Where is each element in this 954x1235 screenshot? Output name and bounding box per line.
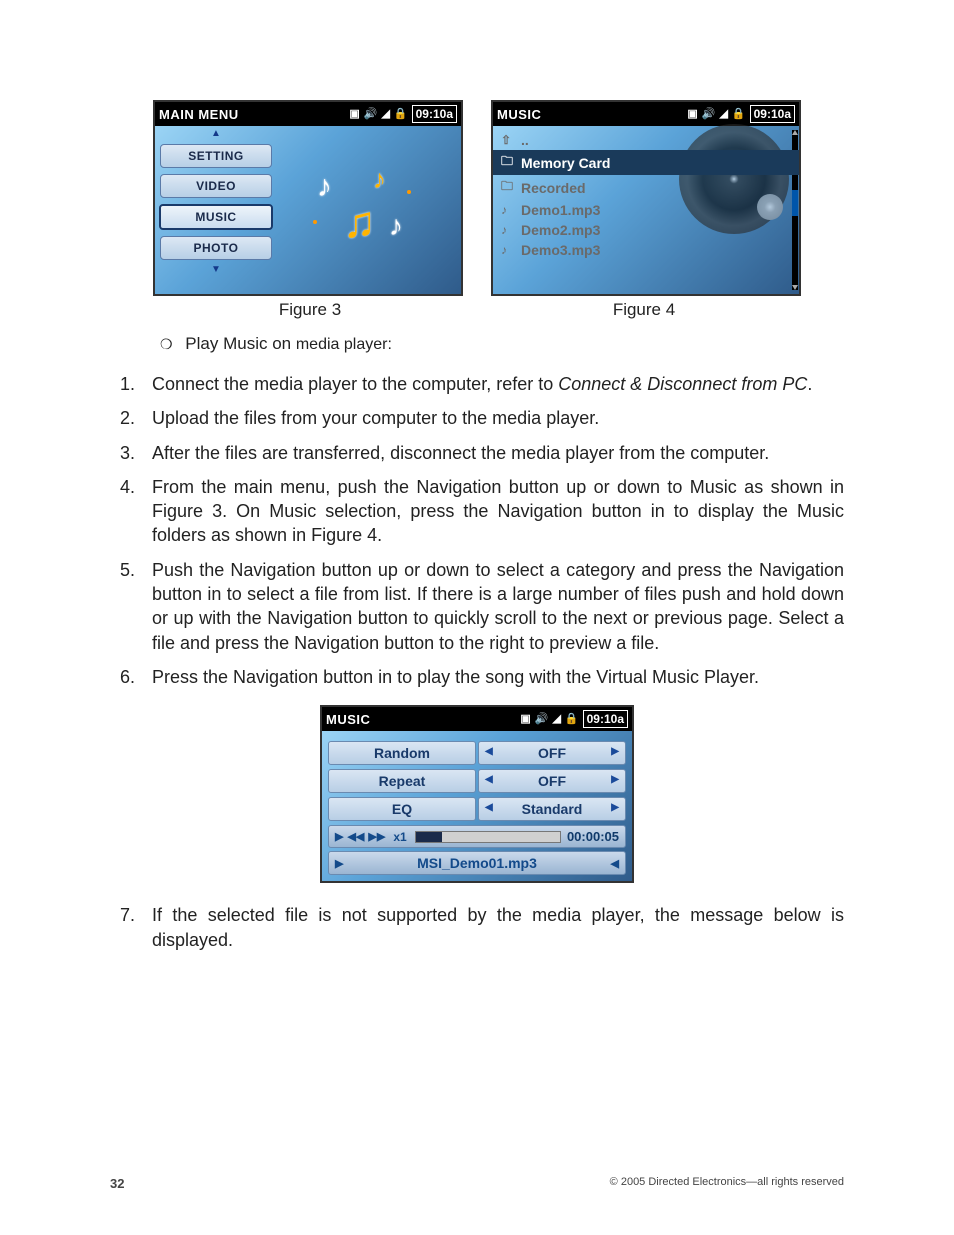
- list-item-memory-card[interactable]: 🗀 Memory Card: [493, 150, 799, 175]
- step-7: If the selected file is not supported by…: [140, 903, 844, 952]
- opt-eq-label: EQ: [328, 797, 476, 821]
- music-notes-icon: ♪♫♪♪: [309, 160, 429, 260]
- lock-icon: 🔒: [394, 109, 408, 120]
- menu-video[interactable]: VIDEO: [160, 174, 272, 198]
- list-item-up[interactable]: ⇧ ..: [493, 130, 799, 150]
- scroll-down-icon: ▼: [211, 266, 221, 274]
- now-playing-title: MSI_Demo01.mp3: [417, 855, 537, 871]
- list-item-file[interactable]: ♪ Demo3.mp3: [493, 240, 799, 260]
- music-file-icon: ♪: [501, 243, 515, 257]
- lock-icon: 🔒: [565, 714, 579, 725]
- speed-label: x1: [393, 830, 406, 844]
- play-icon: ▶: [335, 830, 343, 843]
- opt-repeat-value[interactable]: ◀ OFF ▶: [478, 769, 626, 793]
- bullet-text-trail: media player:: [296, 336, 392, 353]
- signal-icon: ◢: [719, 109, 727, 120]
- scroll-up-icon: ▲: [211, 130, 221, 138]
- copyright: © 2005 Directed Electronics—all rights r…: [610, 1176, 844, 1191]
- now-playing-bar: ▶ MSI_Demo01.mp3 ◀: [328, 851, 626, 875]
- arrow-right-icon: ▶: [611, 746, 619, 757]
- steps-list-continued: If the selected file is not supported by…: [110, 903, 844, 952]
- clock: 09:10a: [412, 105, 457, 123]
- arrow-right-icon: ▶: [611, 774, 619, 785]
- step-3: After the files are transferred, disconn…: [140, 441, 844, 465]
- arrow-left-icon: ◀: [611, 857, 619, 870]
- list-label: Demo2.mp3: [521, 222, 600, 238]
- list-label: ..: [521, 132, 529, 148]
- rewind-icon: ◀◀: [347, 830, 364, 843]
- screen-title: MAIN MENU: [159, 107, 349, 122]
- playback-bar[interactable]: ▶ ◀◀ ▶▶ x1 00:00:05: [328, 825, 626, 848]
- sound-icon: 🔊: [364, 109, 378, 120]
- screen-header: MUSIC ▣ 🔊 ◢ 🔒 09:10a: [493, 102, 799, 126]
- clock: 09:10a: [583, 710, 628, 728]
- file-list: ⇧ .. 🗀 Memory Card 🗀 Recorded ♪ Demo1.mp…: [493, 126, 799, 264]
- list-item-file[interactable]: ♪ Demo2.mp3: [493, 220, 799, 240]
- menu-setting[interactable]: SETTING: [160, 144, 272, 168]
- opt-random-value[interactable]: ◀ OFF ▶: [478, 741, 626, 765]
- figure-4-screen: MUSIC ▣ 🔊 ◢ 🔒 09:10a ⇧ .. 🗀: [491, 100, 801, 296]
- folder-icon: 🗀: [501, 177, 515, 198]
- folder-icon: 🗀: [501, 152, 515, 173]
- signal-icon: ◢: [381, 109, 389, 120]
- list-label: Demo3.mp3: [521, 242, 600, 258]
- list-label: Recorded: [521, 180, 586, 196]
- music-player-screen: MUSIC ▣ 🔊 ◢ 🔒 09:10a Random ◀ OFF ▶: [320, 705, 634, 883]
- time-counter: 00:00:05: [567, 829, 619, 844]
- screen-header: MUSIC ▣ 🔊 ◢ 🔒 09:10a: [322, 707, 632, 731]
- opt-repeat-label: Repeat: [328, 769, 476, 793]
- list-label: Memory Card: [521, 155, 610, 171]
- lock-icon: 🔒: [732, 109, 746, 120]
- clock: 09:10a: [750, 105, 795, 123]
- step-2: Upload the files from your computer to t…: [140, 406, 844, 430]
- bullet-text-lead: Play Music on: [185, 334, 296, 353]
- signal-icon: ◢: [552, 714, 560, 725]
- figure-3-screen: MAIN MENU ▣ 🔊 ◢ 🔒 09:10a ▲ SETTING VIDEO…: [153, 100, 463, 296]
- sound-icon: 🔊: [535, 714, 549, 725]
- sound-icon: 🔊: [702, 109, 716, 120]
- step-5: Push the Navigation button up or down to…: [140, 558, 844, 655]
- page-number: 32: [110, 1176, 124, 1191]
- up-folder-icon: ⇧: [501, 133, 515, 147]
- card-icon: ▣: [520, 714, 530, 725]
- music-file-icon: ♪: [501, 223, 515, 237]
- menu-preview: ♪♫♪♪: [277, 126, 461, 294]
- header-status-icons: ▣ 🔊 ◢ 🔒: [349, 109, 407, 120]
- screen-title: MUSIC: [497, 107, 687, 122]
- bullet-icon: ❍: [160, 336, 173, 353]
- opt-eq-value[interactable]: ◀ Standard ▶: [478, 797, 626, 821]
- forward-icon: ▶▶: [368, 830, 385, 843]
- arrow-left-icon: ◀: [485, 802, 493, 813]
- figure-4-caption: Figure 4: [491, 300, 797, 320]
- arrow-left-icon: ◀: [485, 746, 493, 757]
- step-1: Connect the media player to the computer…: [140, 372, 844, 396]
- figure-3-caption: Figure 3: [157, 300, 463, 320]
- progress-bar[interactable]: [415, 831, 561, 843]
- sub-bullet: ❍ Play Music on media player:: [160, 334, 844, 354]
- header-status-icons: ▣ 🔊 ◢ 🔒: [520, 714, 578, 725]
- header-status-icons: ▣ 🔊 ◢ 🔒: [687, 109, 745, 120]
- list-item-recorded[interactable]: 🗀 Recorded: [493, 175, 799, 200]
- music-file-icon: ♪: [501, 203, 515, 217]
- main-menu-sidebar: ▲ SETTING VIDEO MUSIC PHOTO ▼: [155, 126, 277, 294]
- menu-music[interactable]: MUSIC: [159, 204, 273, 230]
- step-4: From the main menu, push the Navigation …: [140, 475, 844, 548]
- screen-title: MUSIC: [326, 712, 520, 727]
- list-item-file[interactable]: ♪ Demo1.mp3: [493, 200, 799, 220]
- screen-header: MAIN MENU ▣ 🔊 ◢ 🔒 09:10a: [155, 102, 461, 126]
- card-icon: ▣: [687, 109, 697, 120]
- opt-random-label: Random: [328, 741, 476, 765]
- menu-photo[interactable]: PHOTO: [160, 236, 272, 260]
- steps-list: Connect the media player to the computer…: [110, 372, 844, 689]
- arrow-right-icon: ▶: [611, 802, 619, 813]
- list-label: Demo1.mp3: [521, 202, 600, 218]
- play-icon: ▶: [335, 857, 343, 870]
- step-6: Press the Navigation button in to play t…: [140, 665, 844, 689]
- arrow-left-icon: ◀: [485, 774, 493, 785]
- card-icon: ▣: [349, 109, 359, 120]
- page-footer: 32 © 2005 Directed Electronics—all right…: [110, 1176, 844, 1191]
